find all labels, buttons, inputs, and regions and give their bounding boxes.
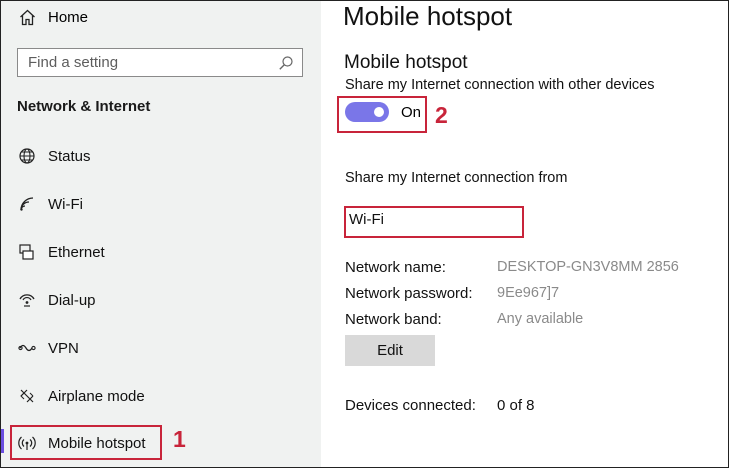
sidebar-item-label: VPN [48,339,79,357]
sidebar-item-label: Ethernet [48,243,105,261]
callout-number-2: 2 [435,102,448,128]
network-band-value: Any available [497,311,584,327]
dial-up-icon [17,290,37,310]
highlight-box-mobile-hotspot [10,425,162,460]
sidebar-item-label: Wi-Fi [48,195,83,213]
sidebar-item-label: Airplane mode [48,387,145,405]
nav-home[interactable]: Home [17,6,88,28]
section-title: Network & Internet [17,98,151,115]
vpn-icon [17,338,37,358]
network-name-value: DESKTOP-GN3V8MM 2856 [497,259,679,275]
search-input[interactable]: Find a setting [17,48,303,77]
search-icon [278,55,294,71]
status-globe-icon [17,146,37,166]
wifi-icon [17,194,37,214]
section-heading: Mobile hotspot [344,52,468,73]
settings-sidebar: Home Find a setting Network & Internet S… [1,1,321,467]
network-password-value: 9Ee967]7 [497,285,560,301]
active-item-indicator [1,429,4,453]
highlight-box-toggle [337,96,427,133]
devices-connected-label: Devices connected: [345,397,476,414]
main-content: Mobile hotspot Mobile hotspot Share my I… [321,1,728,467]
share-from-value: Wi-Fi [349,211,384,228]
sidebar-item-wifi[interactable]: Wi-Fi [17,192,83,216]
share-description: Share my Internet connection with other … [345,77,655,93]
search-placeholder: Find a setting [28,54,119,71]
home-icon [17,7,37,27]
sidebar-item-airplane-mode[interactable]: Airplane mode [17,384,145,408]
network-password-label: Network password: [345,285,473,302]
sidebar-item-status[interactable]: Status [17,144,91,168]
edit-button[interactable]: Edit [345,335,435,366]
ethernet-icon [17,242,37,262]
edit-button-label: Edit [377,342,403,359]
network-band-label: Network band: [345,311,442,328]
sidebar-item-dial-up[interactable]: Dial-up [17,288,96,312]
sidebar-item-vpn[interactable]: VPN [17,336,79,360]
page-title: Mobile hotspot [343,1,513,31]
airplane-icon [17,386,37,406]
network-name-label: Network name: [345,259,446,276]
callout-number-1: 1 [173,426,186,452]
sidebar-item-ethernet[interactable]: Ethernet [17,240,105,264]
devices-connected-value: 0 of 8 [497,397,535,414]
home-label: Home [48,8,89,26]
sidebar-item-label: Status [48,147,91,165]
share-from-label: Share my Internet connection from [345,170,568,186]
sidebar-item-label: Dial-up [48,291,96,309]
